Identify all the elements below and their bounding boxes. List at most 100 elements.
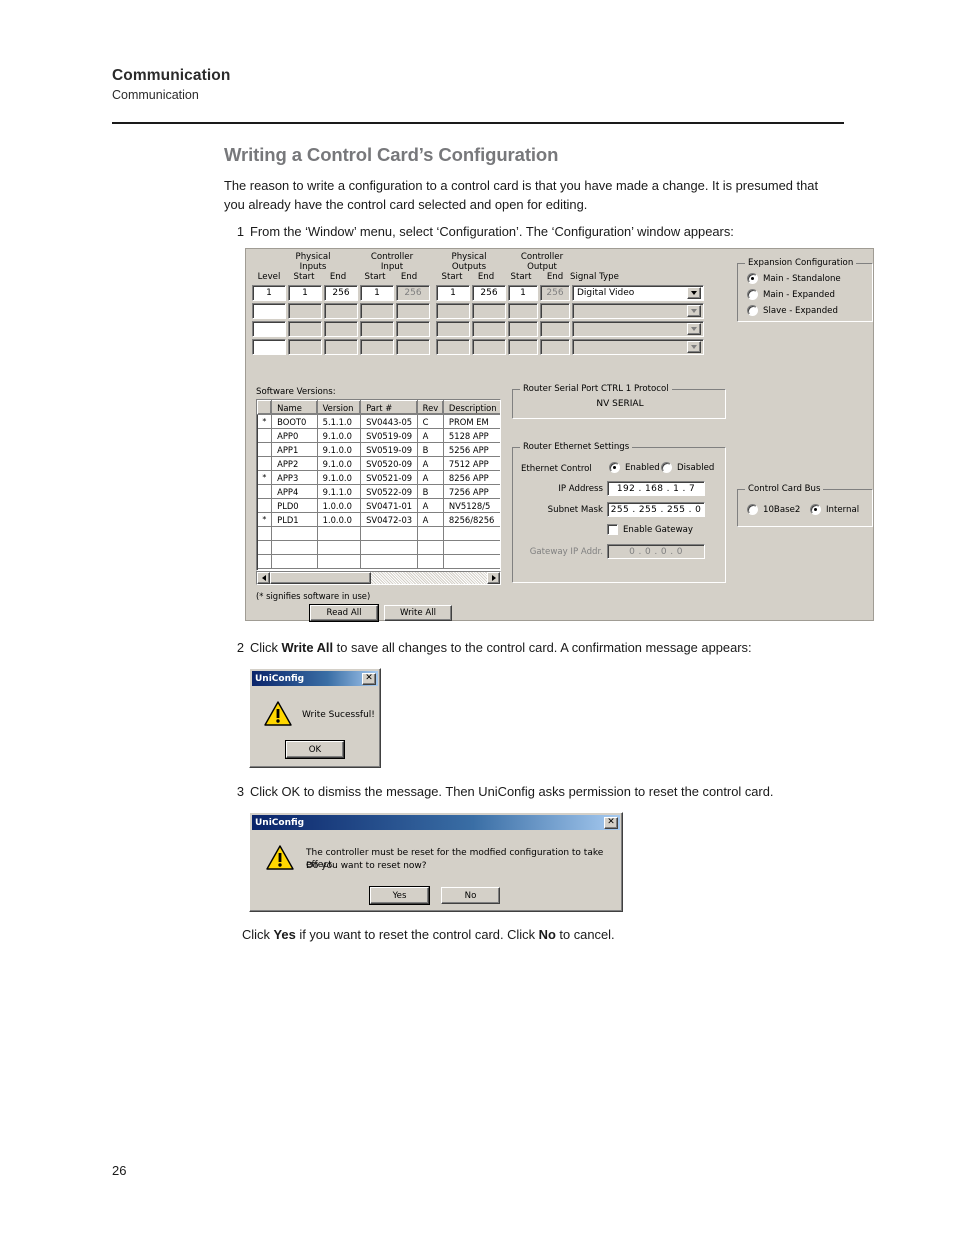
cell-name[interactable]: APP2 xyxy=(271,456,318,471)
radio-internal[interactable]: Internal xyxy=(810,504,859,515)
cell-desc: 8256/8256 xyxy=(443,512,500,527)
cell-version: 9.1.0.0 xyxy=(317,470,362,485)
cell-desc: NV5128/5 xyxy=(443,498,500,513)
cell-desc: 8256 APP xyxy=(443,470,500,485)
step-1-text: From the ‘Window’ menu, select ‘Configur… xyxy=(250,224,734,239)
cell-level-r3[interactable] xyxy=(252,321,286,337)
read-all-button[interactable]: Read All xyxy=(309,604,379,622)
th-version[interactable]: Version xyxy=(316,400,362,415)
cell-mark xyxy=(257,498,273,513)
cell-level-r4[interactable] xyxy=(252,339,286,355)
radio-icon[interactable] xyxy=(609,462,620,473)
software-versions-hscrollbar[interactable] xyxy=(256,571,501,585)
table-row: * BOOT0 5.1.1.0 SV0443-05 C PROM EM xyxy=(257,414,500,429)
cell-level-r2[interactable] xyxy=(252,303,286,319)
cell-pi-end-r1[interactable]: 256 xyxy=(324,285,358,301)
cell-po-start-r4 xyxy=(436,339,470,355)
th-name[interactable]: Name xyxy=(271,400,318,415)
chevron-down-icon[interactable] xyxy=(687,287,701,299)
dialog-titlebar[interactable]: UniConfig ✕ xyxy=(252,815,620,830)
cell-desc xyxy=(443,554,500,569)
cell-co-start-r1[interactable]: 1 xyxy=(508,285,538,301)
combo-signal-type-r1[interactable]: Digital Video xyxy=(572,285,704,301)
radio-main-standalone[interactable]: Main - Standalone xyxy=(747,273,841,284)
cell-rev: B xyxy=(417,442,444,457)
cell-ci-start-r1[interactable]: 1 xyxy=(360,285,394,301)
scrollbar-track[interactable] xyxy=(371,572,487,584)
cell-part xyxy=(360,526,418,541)
close-icon[interactable]: ✕ xyxy=(362,672,376,685)
step-3: 3 Click OK to dismiss the message. Then … xyxy=(230,782,840,801)
subnet-mask-field[interactable]: 255 . 255 . 255 . 0 xyxy=(607,502,705,517)
col-header-po-start: Start xyxy=(441,272,463,282)
cell-part xyxy=(360,554,418,569)
th-rev[interactable]: Rev xyxy=(416,400,444,415)
cell-name[interactable]: APP4 xyxy=(271,484,318,499)
dialog-titlebar[interactable]: UniConfig ✕ xyxy=(252,671,378,686)
radio-icon[interactable] xyxy=(661,462,672,473)
radio-main-expanded[interactable]: Main - Expanded xyxy=(747,289,835,300)
radio-icon[interactable] xyxy=(747,504,758,515)
ip-address-field[interactable]: 192 . 168 . 1 . 7 xyxy=(607,481,705,496)
no-button[interactable]: No xyxy=(441,887,500,904)
cell-ci-start-r3 xyxy=(360,321,394,337)
radio-icon[interactable] xyxy=(747,305,758,316)
cell-name[interactable] xyxy=(271,526,318,541)
closing-paragraph: Click Yes if you want to reset the contr… xyxy=(242,925,842,944)
scroll-right-icon[interactable] xyxy=(487,572,500,584)
cell-rev xyxy=(417,526,444,541)
cell-name[interactable]: BOOT0 xyxy=(271,414,318,429)
radio-10base2[interactable]: 10Base2 xyxy=(747,504,800,515)
cell-name[interactable]: PLD1 xyxy=(271,512,318,527)
radio-slave-expanded[interactable]: Slave - Expanded xyxy=(747,305,838,316)
cell-part: SV0520-09 xyxy=(360,456,418,471)
gateway-ip-label: Gateway IP Addr. xyxy=(529,547,603,557)
cell-rev: A xyxy=(417,512,444,527)
write-all-button[interactable]: Write All xyxy=(384,605,452,621)
cell-co-start-r3 xyxy=(508,321,538,337)
radio-icon[interactable] xyxy=(810,504,821,515)
cell-name[interactable]: APP1 xyxy=(271,442,318,457)
cell-co-start-r2 xyxy=(508,303,538,319)
scrollbar-thumb[interactable] xyxy=(270,572,371,584)
scroll-left-icon[interactable] xyxy=(257,572,270,584)
radio-icon[interactable] xyxy=(747,289,758,300)
cell-part: SV0472-03 xyxy=(360,512,418,527)
chevron-down-icon xyxy=(687,341,701,353)
software-versions-grid[interactable]: Name Version Part # Rev Description * BOO… xyxy=(256,399,501,571)
cell-po-end-r1[interactable]: 256 xyxy=(472,285,506,301)
cell-name[interactable]: APP3 xyxy=(271,470,318,485)
cell-po-start-r1[interactable]: 1 xyxy=(436,285,470,301)
combo-signal-type-r2 xyxy=(572,303,704,319)
radio-internal-label: Internal xyxy=(826,504,860,515)
radio-icon[interactable] xyxy=(747,273,758,284)
table-header-row: Name Version Part # Rev Description xyxy=(257,400,500,415)
th-part[interactable]: Part # xyxy=(360,400,418,415)
close-icon[interactable]: ✕ xyxy=(604,816,618,829)
cell-pi-start-r1[interactable]: 1 xyxy=(288,285,322,301)
cell-mark: * xyxy=(257,414,273,429)
group-header-controller-input: Controller Input xyxy=(370,252,414,272)
col-header-level: Level xyxy=(257,272,281,282)
cell-level-r1[interactable]: 1 xyxy=(252,285,286,301)
cell-name[interactable] xyxy=(271,540,318,555)
cell-name[interactable] xyxy=(271,554,318,569)
enable-gateway-checkbox-row[interactable]: Enable Gateway xyxy=(607,524,693,535)
th-description[interactable]: Description xyxy=(442,400,500,415)
router-serial-port-group: Router Serial Port CTRL 1 Protocol NV SE… xyxy=(512,384,726,419)
configuration-window[interactable]: Physical Inputs Controller Input Physica… xyxy=(245,248,874,622)
write-success-dialog[interactable]: UniConfig ✕ Write Sucessful! OK xyxy=(249,668,381,768)
cell-rev xyxy=(417,554,444,569)
cell-name[interactable]: APP0 xyxy=(271,428,318,443)
group-header-physical-inputs: Physical Inputs xyxy=(295,252,331,272)
th-mark[interactable] xyxy=(257,400,273,415)
reset-confirm-dialog[interactable]: UniConfig ✕ The controller must be reset… xyxy=(249,812,623,912)
cell-part: SV0471-01 xyxy=(360,498,418,513)
checkbox-icon[interactable] xyxy=(607,524,618,535)
cell-name[interactable]: PLD0 xyxy=(271,498,318,513)
radio-ethernet-disabled[interactable]: Disabled xyxy=(661,462,714,473)
ok-button[interactable]: OK xyxy=(285,740,345,759)
cell-part xyxy=(360,540,418,555)
radio-ethernet-enabled[interactable]: Enabled xyxy=(609,462,660,473)
yes-button[interactable]: Yes xyxy=(369,886,430,905)
